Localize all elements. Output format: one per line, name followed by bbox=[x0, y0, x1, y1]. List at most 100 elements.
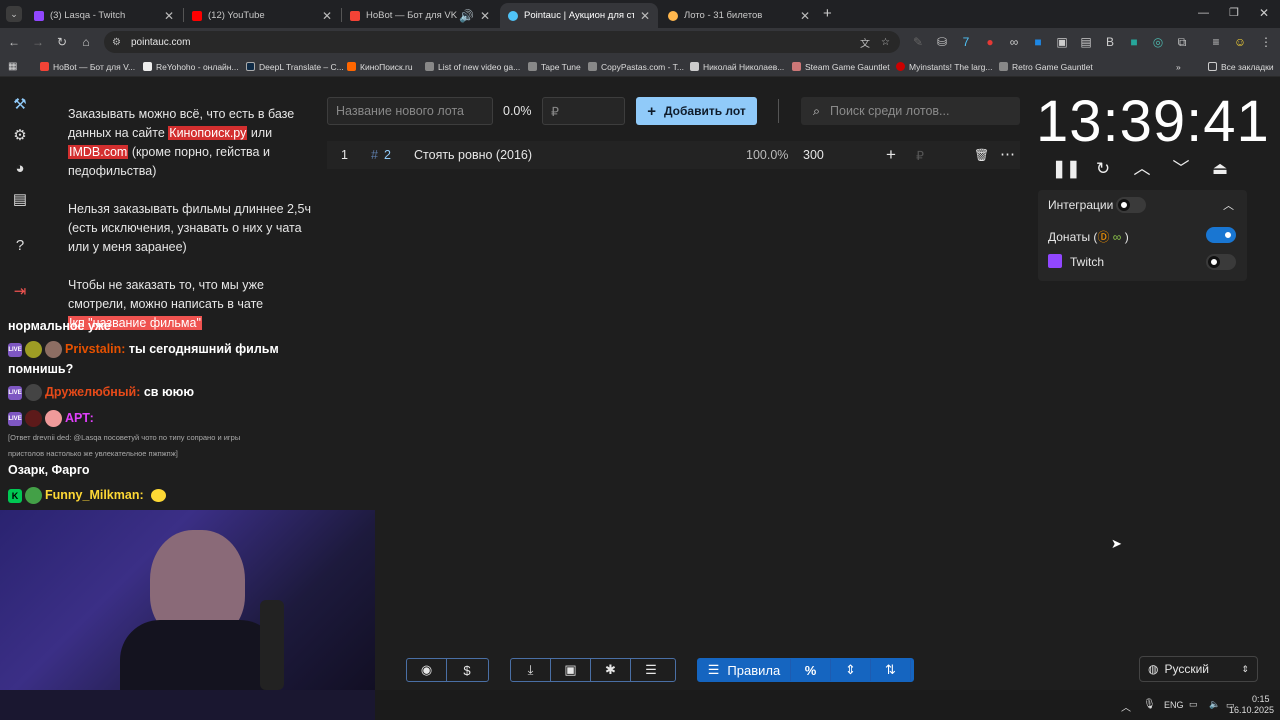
tab-loto[interactable]: Лото - 31 билетов ✕ bbox=[660, 3, 818, 28]
bookmark-item[interactable]: CopyPastas.com - T... bbox=[588, 59, 684, 74]
new-lot-name-input[interactable]: Название нового лота bbox=[327, 97, 493, 125]
tab-close-icon[interactable]: ✕ bbox=[480, 9, 490, 23]
bookmark-item[interactable]: List of new video ga... bbox=[425, 59, 520, 74]
sort-icon[interactable]: ⇅ bbox=[871, 659, 911, 681]
extension-9-icon[interactable]: B bbox=[1102, 34, 1118, 50]
media-controls-icon[interactable]: ≡ bbox=[1208, 34, 1224, 50]
tab-close-icon[interactable]: ✕ bbox=[164, 9, 174, 23]
reload-icon[interactable]: ↻ bbox=[54, 34, 70, 50]
clipboard-icon[interactable]: ▤ bbox=[10, 190, 30, 210]
bookmark-item[interactable]: КиноПоиск.ru bbox=[347, 59, 413, 74]
add-time-up-icon[interactable]: ︿ bbox=[1130, 157, 1154, 181]
lot-amount[interactable]: 300 bbox=[803, 148, 824, 162]
logout-icon[interactable]: ⇥ bbox=[10, 282, 30, 302]
bookmark-item[interactable]: Tape Tune bbox=[528, 59, 581, 74]
bookmark-item[interactable]: ReYohoho - онлайн... bbox=[143, 59, 239, 74]
settings-gear-icon[interactable]: ⚙ bbox=[10, 126, 30, 146]
add-lot-button[interactable]: + Добавить лот bbox=[636, 97, 757, 125]
save-icon[interactable]: ▣ bbox=[551, 659, 591, 681]
extension-8-icon[interactable]: ▤ bbox=[1078, 34, 1094, 50]
language-select[interactable]: ◍ Русский ⇕ bbox=[1139, 656, 1258, 682]
collapse-chevron-icon[interactable]: ︿ bbox=[1223, 197, 1234, 213]
forward-icon[interactable]: → bbox=[30, 34, 46, 50]
clock-date[interactable]: 16.10.2025 bbox=[1229, 705, 1274, 715]
home-icon[interactable]: ⌂ bbox=[78, 34, 94, 50]
tab-twitch[interactable]: (3) Lasqa - Twitch ✕ bbox=[26, 3, 182, 28]
percent-toggle-button[interactable]: % bbox=[791, 659, 831, 681]
bug-report-icon[interactable]: ✱ bbox=[591, 659, 631, 681]
tab-close-icon[interactable]: ✕ bbox=[800, 9, 810, 23]
new-lot-amount-input[interactable]: ₽ bbox=[542, 97, 625, 125]
network-icon[interactable]: ▭ bbox=[1189, 699, 1198, 710]
tab-hobot[interactable]: HoBot — Бот для VK Video 🔊 ✕ bbox=[342, 3, 498, 28]
extension-6-icon[interactable]: ■ bbox=[1030, 34, 1046, 50]
volume-icon[interactable]: 🔈 bbox=[1209, 699, 1220, 710]
tab-close-icon[interactable]: ✕ bbox=[640, 9, 650, 23]
browser-menu-icon[interactable]: ⋮ bbox=[1258, 34, 1274, 50]
back-icon[interactable]: ← bbox=[6, 34, 22, 50]
profile-avatar[interactable]: ☺ bbox=[1232, 34, 1248, 50]
add-amount-plus-icon[interactable]: + bbox=[886, 145, 896, 165]
twitch-toggle[interactable] bbox=[1206, 254, 1236, 270]
input-language[interactable]: ENG bbox=[1164, 700, 1184, 710]
lot-more-menu-icon[interactable]: ⋯ bbox=[1000, 145, 1015, 163]
subtract-time-down-icon[interactable]: ﹀ bbox=[1169, 157, 1193, 181]
extension-5-icon[interactable]: ∞ bbox=[1006, 34, 1022, 50]
extension-4-icon[interactable]: ● bbox=[982, 34, 998, 50]
help-icon[interactable]: ? bbox=[10, 236, 30, 256]
bookmark-item[interactable]: Retro Game Gauntlet bbox=[999, 59, 1093, 74]
extension-7-icon[interactable]: ▣ bbox=[1054, 34, 1070, 50]
tab-list-button[interactable]: ⌄ bbox=[6, 6, 22, 22]
delete-lot-trash-icon[interactable]: 🗑 bbox=[974, 148, 989, 162]
all-bookmarks-folder[interactable]: Все закладки bbox=[1208, 59, 1274, 74]
clock-time[interactable]: 0:15 bbox=[1252, 694, 1270, 704]
lot-amount-currency[interactable]: ₽ bbox=[916, 148, 924, 163]
imdb-link[interactable]: IMDB.com bbox=[68, 145, 129, 159]
address-bar[interactable]: ⚙ pointauc.com 文 ☆ bbox=[104, 31, 900, 53]
new-tab-button[interactable]: + bbox=[823, 5, 832, 22]
tab-pointauc[interactable]: Pointauc | Аукцион для стрим ✕ bbox=[500, 3, 658, 28]
bookmark-item[interactable]: Николай Николаев... bbox=[690, 59, 784, 74]
github-icon[interactable]: ◉ bbox=[407, 659, 447, 681]
bookmark-star-icon[interactable]: ☆ bbox=[881, 37, 890, 48]
eject-collapse-icon[interactable]: ⏏ bbox=[1208, 157, 1232, 181]
microphone-icon[interactable]: 🎙 bbox=[1143, 699, 1156, 710]
tab-close-icon[interactable]: ✕ bbox=[322, 9, 332, 23]
lot-name[interactable]: Стоять ровно (2016) bbox=[414, 148, 532, 162]
auction-gavel-icon[interactable]: ⚒ bbox=[10, 95, 30, 115]
extension-3-icon[interactable]: 7 bbox=[958, 34, 974, 50]
extension-11-icon[interactable]: ◎ bbox=[1150, 34, 1166, 50]
donations-toggle[interactable] bbox=[1206, 227, 1236, 243]
apps-grid-icon[interactable]: ▦ bbox=[8, 59, 17, 74]
bookmark-item[interactable]: Steam Game Gauntlet bbox=[792, 59, 890, 74]
donate-dollar-icon[interactable]: $ bbox=[447, 659, 487, 681]
bookmark-item[interactable]: Myinstants! The larg... bbox=[896, 59, 992, 74]
speaker-icon[interactable]: 🔊 bbox=[459, 9, 474, 23]
bookmark-item[interactable]: HoBot — Бот для V... bbox=[40, 59, 135, 74]
extension-10-icon[interactable]: ■ bbox=[1126, 34, 1142, 50]
rules-button[interactable]: ☰ Правила bbox=[698, 659, 791, 681]
integrations-toggle[interactable] bbox=[1116, 197, 1146, 213]
lot-search-input[interactable]: ⌕ Поиск среди лотов... bbox=[801, 97, 1020, 125]
tab-youtube[interactable]: (12) YouTube ✕ bbox=[184, 3, 340, 28]
extensions-puzzle-icon[interactable]: ⧉ bbox=[1174, 34, 1190, 50]
pause-icon[interactable]: ❚❚ bbox=[1052, 157, 1081, 181]
download-icon[interactable]: ⤓ bbox=[511, 659, 551, 681]
close-window-icon[interactable]: ✕ bbox=[1259, 6, 1269, 20]
extension-2-icon[interactable]: ⛁ bbox=[934, 34, 950, 50]
clear-list-icon[interactable]: ☰ bbox=[631, 659, 671, 681]
site-info-icon[interactable]: ⚙ bbox=[112, 37, 121, 48]
bookmark-item[interactable]: DeepL Translate – C... bbox=[246, 59, 344, 74]
lot-row[interactable]: 1 # 2 Стоять ровно (2016) 100.0% 300 + ₽… bbox=[327, 141, 1020, 169]
minimize-icon[interactable]: — bbox=[1198, 7, 1209, 19]
reset-timer-icon[interactable]: ↻ bbox=[1091, 157, 1115, 181]
restore-icon[interactable]: ❐ bbox=[1229, 6, 1239, 19]
wheel-pie-icon[interactable]: ◕ bbox=[10, 159, 30, 179]
extension-1-icon[interactable]: ✎ bbox=[910, 34, 926, 50]
kinopoisk-link[interactable]: Кинопоиск.ру bbox=[168, 126, 248, 140]
more-bookmarks-icon[interactable]: » bbox=[1176, 59, 1181, 74]
translate-icon[interactable]: 文 bbox=[860, 35, 870, 50]
tray-expand-icon[interactable]: ︿ bbox=[1121, 699, 1131, 714]
hobot-favicon-icon bbox=[350, 10, 360, 21]
compact-view-icon[interactable]: ⇕ bbox=[831, 659, 871, 681]
